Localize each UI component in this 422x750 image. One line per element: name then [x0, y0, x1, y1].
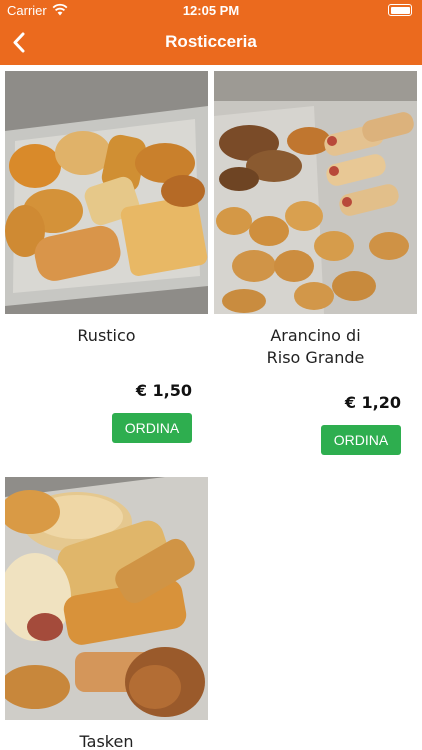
nav-bar: Rosticceria — [0, 22, 422, 65]
product-price: € 1,50 — [135, 381, 192, 400]
order-button[interactable]: ORDINA — [112, 413, 192, 443]
product-photo — [214, 71, 417, 314]
product-price: € 1,20 — [344, 393, 401, 412]
header: Carrier 12:05 PM Rosticceria — [0, 0, 422, 65]
status-bar: Carrier 12:05 PM — [0, 0, 422, 22]
product-card[interactable]: Tasken — [5, 477, 208, 750]
clock: 12:05 PM — [182, 3, 240, 18]
product-photo — [5, 477, 208, 720]
product-photo — [5, 71, 208, 314]
product-card[interactable]: Rustico € 1,50 ORDINA — [5, 71, 208, 446]
product-name: Arancino di Riso Grande — [266, 326, 365, 367]
battery-icon — [388, 4, 412, 16]
product-name: Tasken — [79, 732, 134, 750]
page-title: Rosticceria — [165, 32, 257, 51]
product-name: Rustico — [77, 326, 136, 345]
product-card[interactable]: Arancino di Riso Grande € 1,20 ORDINA — [214, 71, 417, 458]
order-button[interactable]: ORDINA — [321, 425, 401, 455]
